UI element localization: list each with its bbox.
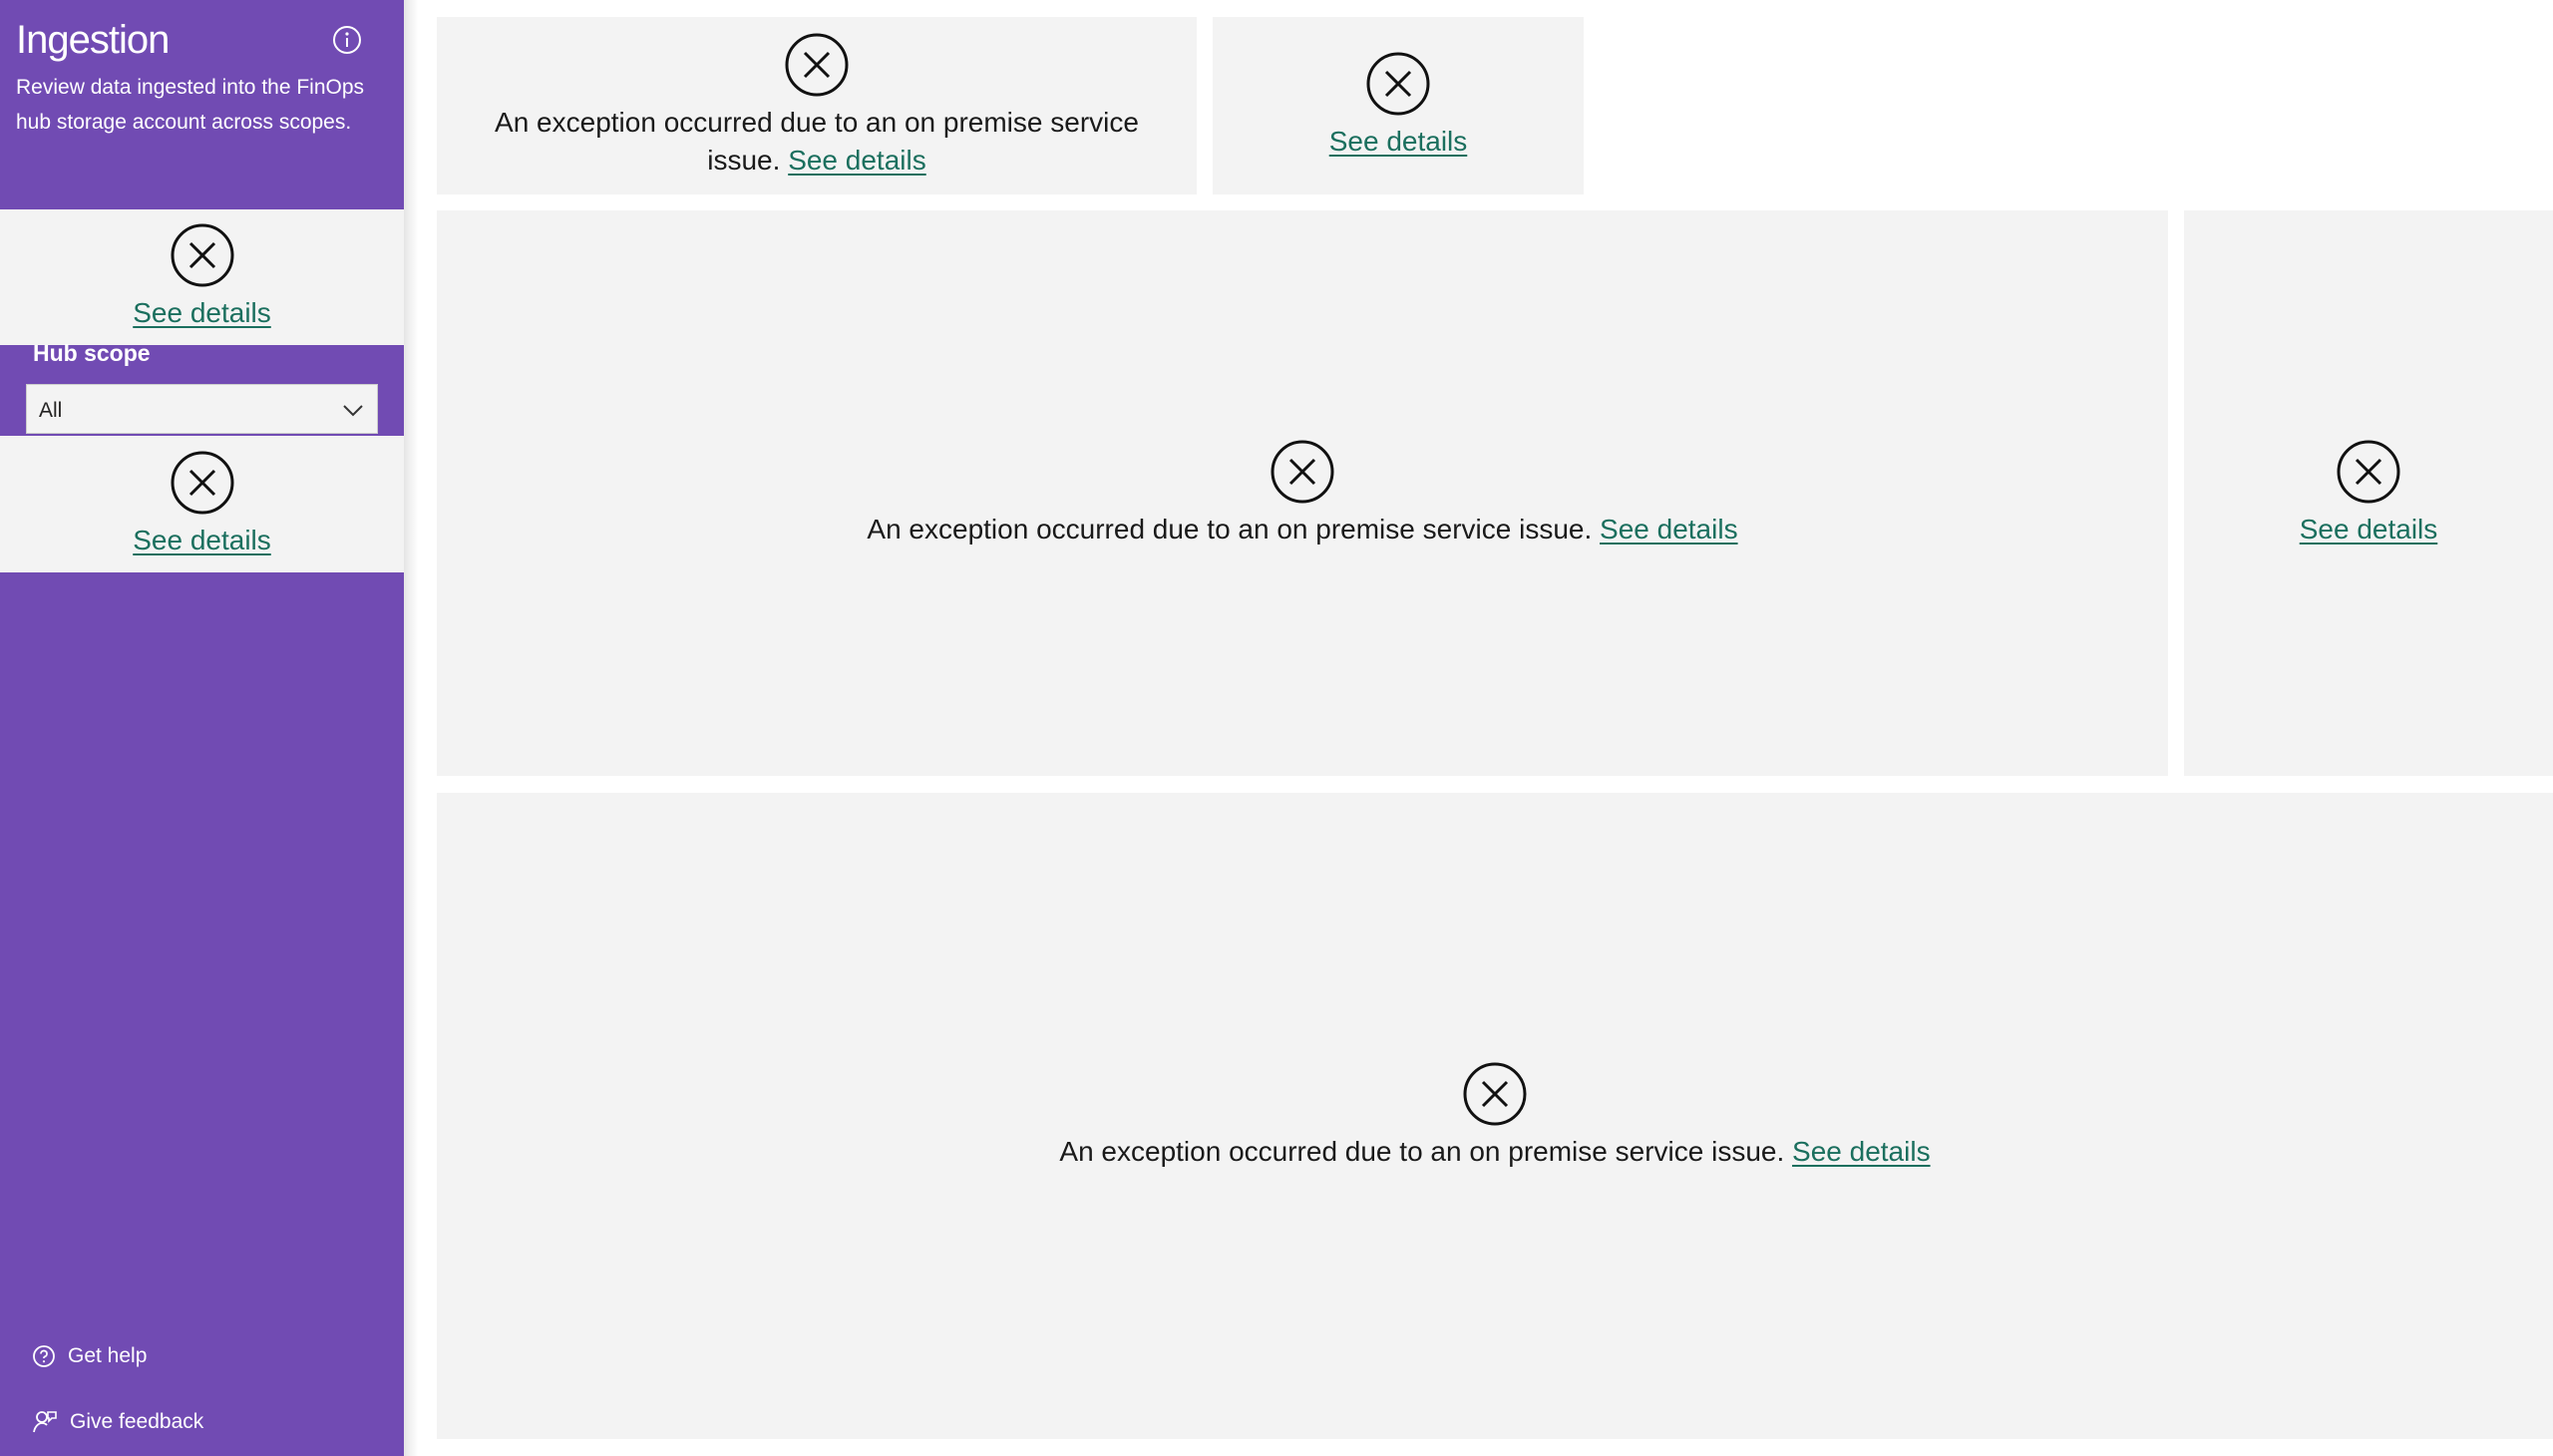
hub-scope-value: All bbox=[39, 399, 63, 422]
error-circle-icon bbox=[1366, 52, 1430, 116]
chevron-down-icon bbox=[343, 405, 363, 417]
get-help-link[interactable]: Get help bbox=[32, 1344, 147, 1368]
error-tile: See details bbox=[2184, 210, 2553, 776]
see-details-link[interactable]: See details bbox=[1792, 1136, 1931, 1167]
error-tile: An exception occurred due to an on premi… bbox=[437, 210, 2168, 776]
error-tile: An exception occurred due to an on premi… bbox=[437, 793, 2553, 1439]
see-details-link[interactable]: See details bbox=[788, 145, 926, 176]
hub-scope-dropdown[interactable]: All bbox=[26, 384, 378, 434]
hub-scope-label: Hub scope bbox=[33, 340, 151, 366]
page-description: Review data ingested into the FinOps hub… bbox=[16, 76, 365, 134]
info-icon[interactable] bbox=[332, 25, 362, 55]
help-circle-icon bbox=[33, 1345, 55, 1367]
error-circle-icon bbox=[785, 33, 849, 97]
give-feedback-link[interactable]: Give feedback bbox=[32, 1409, 203, 1435]
error-circle-icon bbox=[2337, 440, 2400, 503]
see-details-link[interactable]: See details bbox=[2300, 514, 2438, 545]
error-circle-icon bbox=[1271, 440, 1334, 503]
see-details-link[interactable]: See details bbox=[133, 525, 271, 555]
sidebar: Ingestion Review data ingested into the … bbox=[0, 0, 404, 1456]
error-tile: An exception occurred due to an on premi… bbox=[437, 17, 1197, 194]
see-details-link[interactable]: See details bbox=[133, 297, 271, 328]
see-details-link[interactable]: See details bbox=[1600, 514, 1738, 545]
get-help-label: Get help bbox=[68, 1344, 148, 1367]
page-title: Ingestion bbox=[16, 18, 170, 62]
error-tile: See details bbox=[1213, 17, 1584, 194]
give-feedback-label: Give feedback bbox=[70, 1410, 204, 1433]
error-circle-icon bbox=[171, 223, 233, 287]
see-details-link[interactable]: See details bbox=[1329, 126, 1468, 157]
sidebar-shadow bbox=[404, 0, 418, 1456]
sidebar-error-tile: See details bbox=[0, 436, 404, 572]
error-message: An exception occurred due to an on premi… bbox=[867, 513, 1738, 545]
error-message: An exception occurred due to an on premi… bbox=[495, 107, 1139, 176]
error-circle-icon bbox=[1463, 1062, 1527, 1126]
error-circle-icon bbox=[171, 451, 233, 514]
error-message: An exception occurred due to an on premi… bbox=[1059, 1136, 1931, 1167]
feedback-person-icon bbox=[33, 1411, 57, 1433]
sidebar-error-tile: See details bbox=[0, 209, 404, 345]
